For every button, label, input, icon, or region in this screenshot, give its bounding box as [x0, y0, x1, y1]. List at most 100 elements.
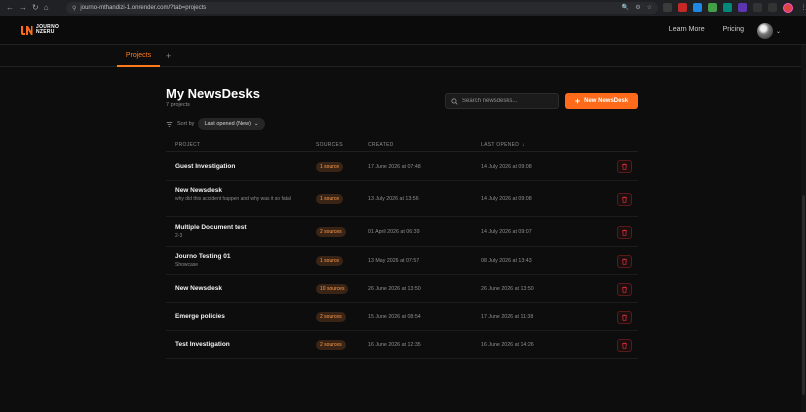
search-icon	[451, 97, 458, 105]
search-box[interactable]	[445, 93, 559, 109]
project-description: 2-3	[175, 232, 183, 239]
address-bar[interactable]: ⚲ journo-mthandizi-1.onrender.com/?tab=p…	[66, 2, 658, 14]
table-row[interactable]: New Newsdesk why did this accident happe…	[166, 181, 638, 217]
project-cell: New Newsdesk why did this accident happe…	[175, 187, 310, 203]
last-opened-date: 14 July 2026 at 09:08	[481, 163, 532, 170]
delete-button[interactable]	[617, 310, 632, 324]
last-opened-date: 17 June 2026 at 11:38	[481, 314, 534, 320]
project-name[interactable]: Emerge policies	[175, 313, 225, 320]
chevron-down-icon[interactable]: ⌄	[776, 28, 781, 35]
project-name[interactable]: Journo Testing 01	[175, 253, 310, 260]
project-name[interactable]: Multiple Document test	[175, 224, 310, 231]
extension-icon[interactable]	[693, 3, 702, 12]
sort-icon	[166, 121, 173, 127]
project-count: 7 projects	[166, 102, 190, 108]
sort-dropdown[interactable]: Last opened (New) ⌄	[198, 118, 265, 130]
delete-button[interactable]	[617, 225, 632, 239]
app-header: JOURNO NZERU Learn More Pricing ⌄	[0, 16, 806, 45]
top-nav: Learn More Pricing	[669, 26, 744, 33]
avatar[interactable]	[757, 23, 773, 39]
project-name[interactable]: Test Investigation	[175, 341, 230, 348]
created-date: 13 May 2026 at 07:57	[368, 258, 420, 264]
translate-icon[interactable]: ⚙	[635, 4, 640, 11]
created-date: 26 June 2026 at 13:50	[368, 286, 421, 292]
last-opened-date: 26 June 2026 at 13:50	[481, 286, 534, 292]
more-menu-icon[interactable]: ⋮	[799, 3, 806, 12]
omnibox-actions: 🔍 ⚙ ☆	[622, 4, 652, 11]
last-opened-date: 14 July 2026 at 09:07	[481, 229, 532, 235]
last-opened-date: 14 July 2026 at 09:08	[481, 196, 532, 202]
new-newsdesk-label: New NewsDesk	[584, 98, 629, 104]
extension-icon[interactable]	[663, 3, 672, 12]
header-created[interactable]: CREATED	[368, 142, 394, 148]
project-description: why did this accident happen and why was…	[175, 196, 291, 202]
table-row[interactable]: Guest Investigation 1 source 17 June 202…	[166, 152, 638, 181]
zoom-icon[interactable]: 🔍	[622, 4, 629, 11]
extension-icon[interactable]	[738, 3, 747, 12]
sources-badge: 2 sources	[316, 340, 346, 350]
extension-icon[interactable]	[678, 3, 687, 12]
plus-icon: +	[574, 95, 581, 106]
table-row[interactable]: Test Investigation 2 sources 16 June 202…	[166, 331, 638, 359]
browser-nav: ← → ↻ ⌂	[0, 4, 68, 12]
browser-toolbar: ← → ↻ ⌂ ⚲ journo-mthandizi-1.onrender.co…	[0, 0, 806, 16]
table-row[interactable]: Journo Testing 01 Showcase 1 source 13 M…	[166, 247, 638, 275]
project-cell: Emerge policies	[175, 313, 225, 320]
site-info-icon[interactable]: ⚲	[72, 5, 76, 12]
project-name[interactable]: Guest Investigation	[175, 163, 235, 170]
delete-button[interactable]	[617, 338, 632, 352]
delete-button[interactable]	[617, 282, 632, 296]
pricing-link[interactable]: Pricing	[723, 26, 744, 33]
project-cell: New Newsdesk	[175, 285, 222, 292]
page-title: My NewsDesks	[166, 86, 260, 101]
scroll-thumb[interactable]	[802, 195, 805, 395]
project-name[interactable]: New Newsdesk	[175, 187, 310, 194]
sort-value: Last opened (New)	[204, 121, 251, 127]
header-project[interactable]: PROJECT	[175, 142, 200, 148]
trash-icon	[622, 196, 627, 203]
trash-icon	[622, 163, 627, 170]
sidepanel-icon[interactable]	[768, 3, 777, 12]
logo[interactable]: JOURNO NZERU	[20, 24, 59, 36]
sort-arrow-icon: ↓	[522, 142, 526, 148]
last-opened-date: 16 June 2026 at 14:26	[481, 342, 534, 348]
bookmark-star-icon[interactable]: ☆	[647, 4, 652, 11]
forward-icon[interactable]: →	[19, 4, 27, 12]
sources-badge: 1 source	[316, 256, 344, 266]
reload-icon[interactable]: ↻	[32, 4, 39, 12]
tabs-bar: Projects +	[0, 45, 806, 67]
table-row[interactable]: New Newsdesk 10 sources 26 June 2026 at …	[166, 275, 638, 303]
table-row[interactable]: Multiple Document test 2-3 2 sources 01 …	[166, 217, 638, 247]
project-name[interactable]: New Newsdesk	[175, 285, 222, 292]
table-row[interactable]: Emerge policies 2 sources 15 June 2026 a…	[166, 303, 638, 331]
back-icon[interactable]: ←	[6, 4, 14, 12]
home-icon[interactable]: ⌂	[44, 4, 49, 12]
created-date: 15 June 2026 at 08:54	[368, 314, 421, 320]
profile-avatar-icon[interactable]	[783, 3, 793, 13]
puzzle-icon[interactable]	[753, 3, 762, 12]
add-tab-button[interactable]: +	[166, 51, 171, 61]
sources-badge: 2 sources	[316, 312, 346, 322]
logo-text: JOURNO NZERU	[36, 25, 59, 35]
tab-projects[interactable]: Projects	[117, 45, 160, 67]
delete-button[interactable]	[617, 192, 632, 206]
delete-button[interactable]	[617, 254, 632, 268]
page-scrollbar[interactable]	[801, 45, 806, 412]
projects-table: PROJECT SOURCES CREATED LAST OPENED ↓ Gue…	[166, 138, 638, 359]
created-date: 17 June 2026 at 07:48	[368, 163, 421, 170]
extension-icon[interactable]	[708, 3, 717, 12]
created-date: 13 July 2026 at 13:56	[368, 196, 419, 202]
extension-icon[interactable]	[723, 3, 732, 12]
delete-button[interactable]	[617, 160, 632, 173]
table-body: Guest Investigation 1 source 17 June 202…	[166, 152, 638, 359]
learn-more-link[interactable]: Learn More	[669, 26, 705, 33]
new-newsdesk-button[interactable]: + New NewsDesk	[565, 93, 638, 109]
logo-line-2: NZERU	[36, 29, 55, 35]
project-cell: Multiple Document test 2-3	[175, 224, 310, 240]
sources-badge: 1 source	[316, 161, 344, 172]
header-sources[interactable]: SOURCES	[316, 142, 343, 148]
header-last-opened[interactable]: LAST OPENED ↓	[481, 142, 525, 148]
search-input[interactable]	[462, 98, 552, 104]
user-menu[interactable]: ⌄	[757, 23, 781, 39]
sort-label: Sort by	[177, 121, 195, 127]
